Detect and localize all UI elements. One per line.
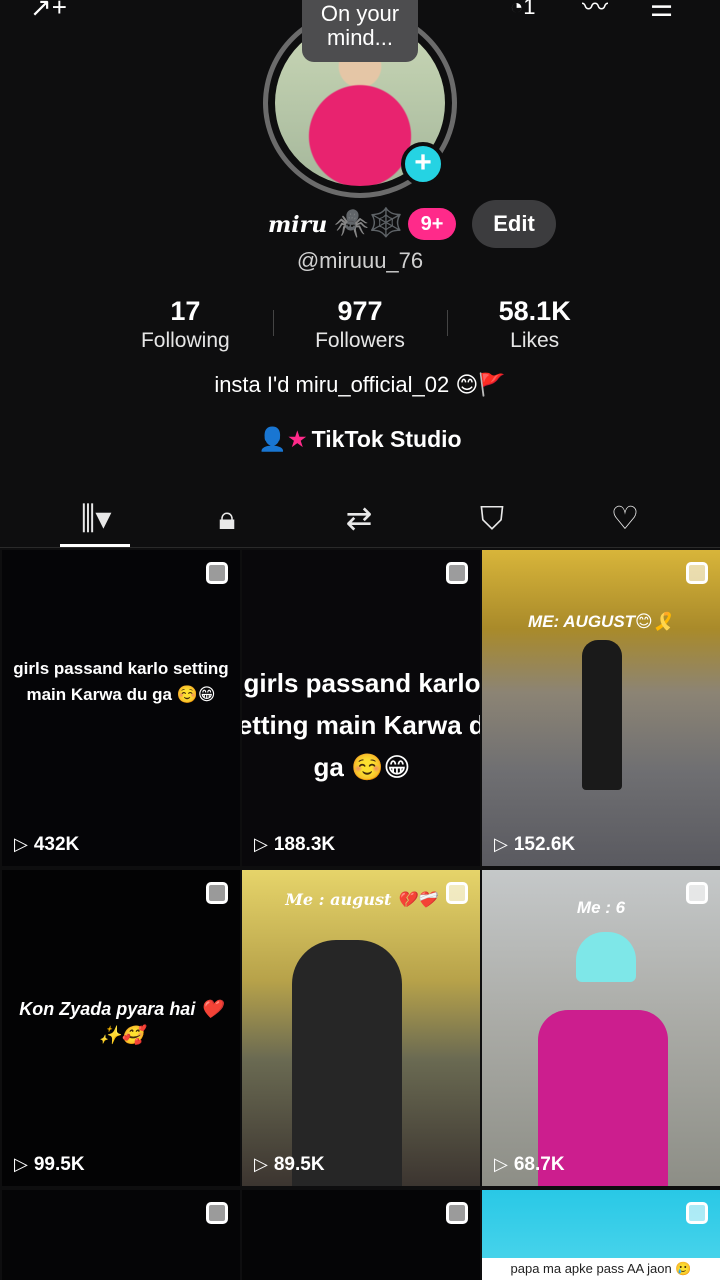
lock-icon[interactable]: 🔒︎ [187,494,267,542]
video-caption: papa ma apke pass AA jaon 🥲 [482,1258,720,1280]
display-name-emoji: 🕷️🕸️ [334,207,404,238]
stat-value: 977 [337,296,383,326]
multi-clip-icon [686,562,708,584]
multi-clip-icon [206,562,228,584]
add-user-icon[interactable]: ↗+ [30,0,67,20]
mind-bubble[interactable]: On your mind... [302,0,418,62]
multi-clip-icon [686,1202,708,1224]
play-icon: ▷ [14,1154,28,1174]
add-story-icon[interactable]: + [401,142,445,186]
video-caption: Me : august 💔❤️‍🩹 [285,890,437,909]
stat-value: 58.1K [498,296,571,326]
bookmark-icon[interactable]: ⛉ [452,494,532,542]
stat-label: Likes [510,329,560,352]
video-thumbnail[interactable]: ME: AUGUST😊🎗️ ▷ 152.6K [482,550,720,866]
badge-count[interactable]: 9+ [408,208,456,240]
view-count: ▷ 99.5K [14,1154,85,1175]
video-thumbnail[interactable]: Me : 6 ▷ 68.7K [482,870,720,1186]
play-icon: ▷ [14,834,28,854]
multi-clip-icon [446,562,468,584]
studio-icon: 👤★ [258,426,308,452]
stat-label: Followers [315,329,405,352]
notification-count: 1 [523,0,536,19]
videos-tab-icon[interactable]: ⫼▾ [56,494,136,542]
stats-row: 17 Following 977 Followers 58.1K Likes [98,296,622,356]
video-thumbnail[interactable]: girls passand karlo setting main Karwa d… [242,550,480,866]
studio-label: TikTok Studio [311,426,462,452]
view-count: ▷ 68.7K [494,1154,565,1175]
play-icon: ▷ [494,834,508,854]
name-row: miru 🕷️🕸️ 9+ Edit [0,200,720,248]
activity-icon[interactable]: 〰 [582,0,608,20]
view-count: ▷ 89.5K [254,1154,325,1175]
view-count: ▷ 432K [14,834,80,855]
video-thumbnail[interactable] [242,1190,480,1280]
stat-following[interactable]: 17 Following [98,296,273,356]
video-caption: ME: AUGUST😊🎗️ [528,612,674,631]
person-figure [582,640,622,790]
edit-profile-button[interactable]: Edit [472,200,556,248]
username: @miruuu_76 [296,248,424,273]
video-caption: Me : 6 [576,898,626,917]
stat-value: 17 [170,296,201,326]
stat-followers[interactable]: 977 Followers [272,296,448,356]
stat-likes[interactable]: 58.1K Likes [447,296,622,356]
stat-label: Following [140,329,230,352]
view-count: ▷ 152.6K [494,834,576,855]
display-name: miru [268,212,328,238]
play-icon: ▷ [254,834,268,854]
bio-text: insta I'd miru_official_02 😊🚩 [214,372,506,397]
menu-icon[interactable]: ☰ [650,0,673,20]
tiktok-studio-link[interactable]: 👤★ TikTok Studio [0,426,720,453]
video-caption: Kon Zyada pyara hai ❤️✨🥰 [19,999,223,1045]
play-icon: ▷ [254,1154,268,1174]
person-figure [292,940,402,1186]
video-thumbnail[interactable] [2,1190,240,1280]
cap-shape [576,932,636,982]
view-count: ▷ 188.3K [254,834,336,855]
multi-clip-icon [206,1202,228,1224]
play-icon: ▷ [494,1154,508,1174]
video-caption: girls passand karlo setting main Karwa d… [242,668,480,782]
repost-icon[interactable]: ⇄ [319,494,399,542]
multi-clip-icon [446,1202,468,1224]
multi-clip-icon [206,882,228,904]
profile-tabs: ⫼▾ 🔒︎ ⇄ ⛉ ♡ [0,490,720,548]
video-thumbnail[interactable]: girls passand karlo setting main Karwa d… [2,550,240,866]
video-thumbnail[interactable]: Kon Zyada pyara hai ❤️✨🥰 ▷ 99.5K [2,870,240,1186]
video-caption: girls passand karlo setting main Karwa d… [13,659,229,704]
active-tab-indicator [60,544,130,547]
video-thumbnail[interactable]: papa ma apke pass AA jaon 🥲 [482,1190,720,1280]
notification-icon[interactable]: ◔1 [510,0,536,20]
video-thumbnail[interactable]: Me : august 💔❤️‍🩹 ▷ 89.5K [242,870,480,1186]
heart-icon[interactable]: ♡ [585,494,665,542]
